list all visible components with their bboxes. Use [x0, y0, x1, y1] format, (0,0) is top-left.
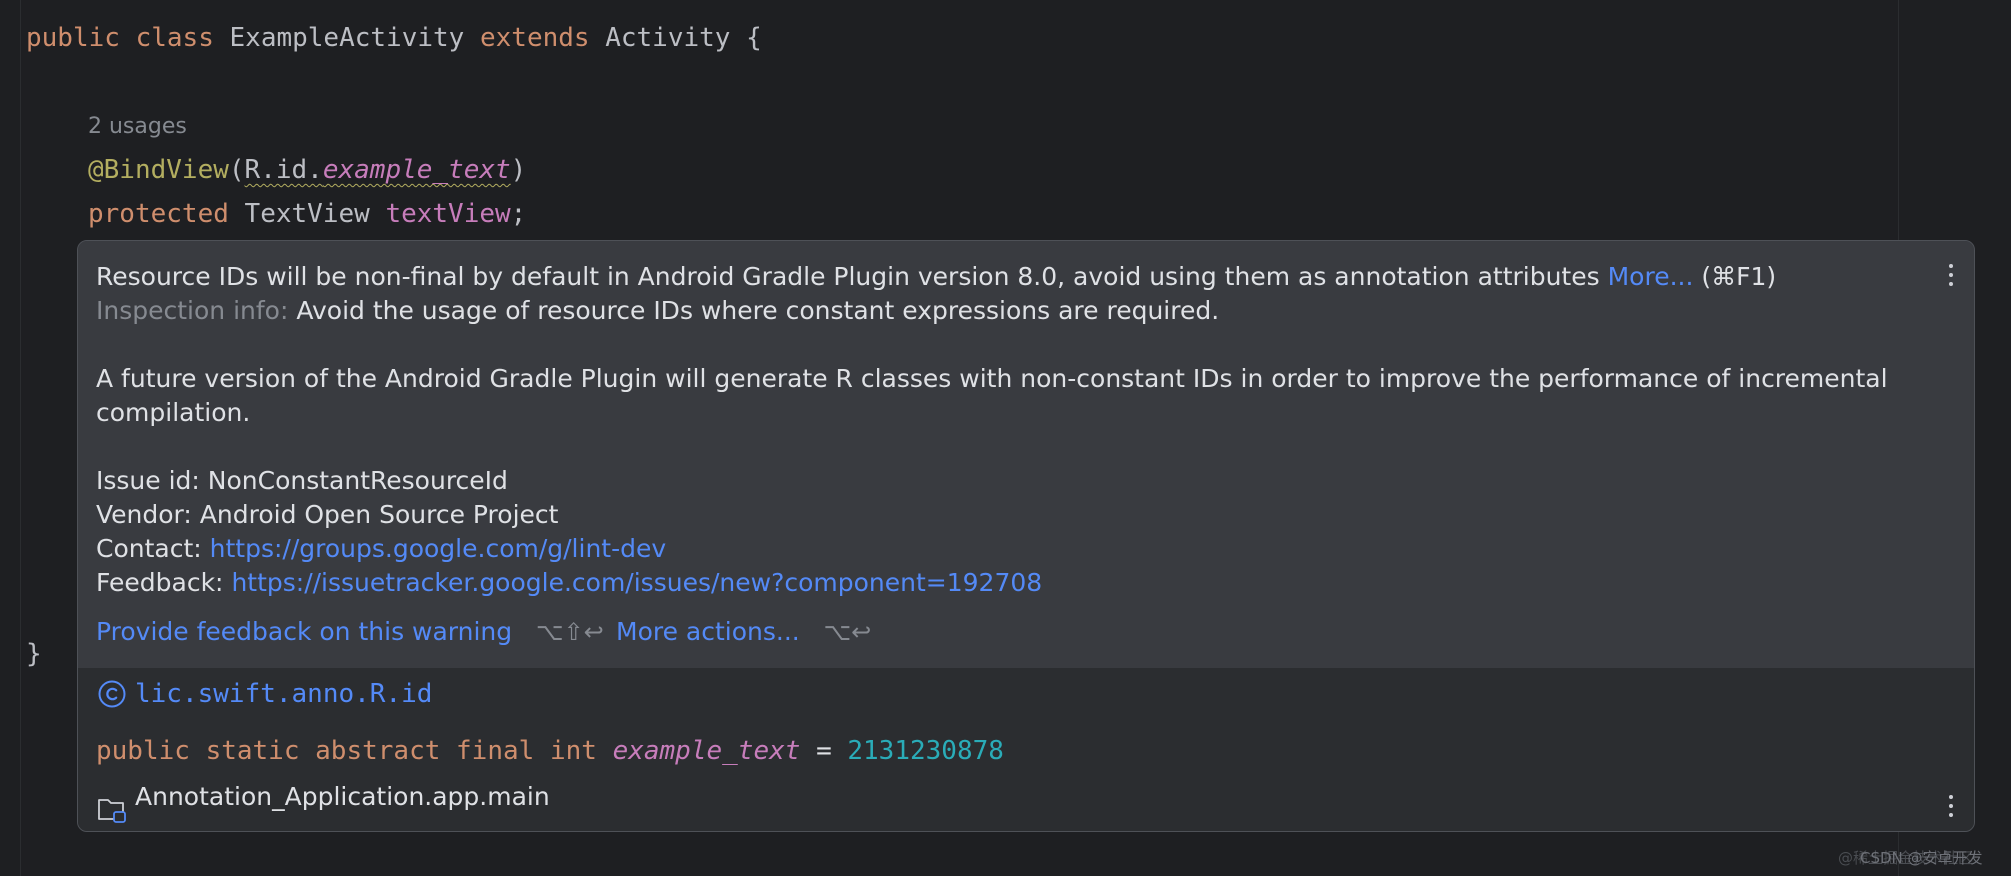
inspection-info-text: Avoid the usage of resource IDs where co… [296, 296, 1220, 325]
module-name: Annotation_Application.app.main [135, 782, 550, 811]
warning-squiggle[interactable]: R.id.example_text [245, 155, 511, 185]
code-line-class-declaration: public class ExampleActivity extends Act… [26, 22, 762, 54]
feedback-label: Feedback: [96, 568, 224, 597]
watermark-over: CSDN @安卓开发 [1860, 849, 1983, 867]
resource-ref: R.id. [244, 155, 323, 185]
more-link[interactable]: More... [1608, 262, 1694, 291]
provide-feedback-link[interactable]: Provide feedback on this warning [96, 617, 512, 646]
keyword-public: public [26, 23, 120, 53]
usages-hint[interactable]: 2 usages [88, 112, 187, 142]
parent-class-name: Activity [605, 23, 731, 53]
signature-modifiers: public static abstract final int [96, 736, 597, 766]
vendor-value: Android Open Source Project [199, 500, 559, 529]
code-line-closing-brace: } [26, 639, 42, 669]
more-options-icon[interactable] [1941, 791, 1961, 821]
feedback-row: Feedback: https://issuetracker.google.co… [96, 566, 1042, 600]
paren-open: ( [228, 155, 245, 185]
resource-field: example_text [322, 155, 511, 185]
field-type: TextView [244, 199, 370, 229]
contact-row: Contact: https://groups.google.com/g/lin… [96, 532, 666, 566]
class-name: ExampleActivity [229, 23, 465, 53]
popup-warning-section: Resource IDs will be non-final by defaul… [78, 241, 1974, 668]
feedback-shortcut: ⌥⇧↩ [536, 618, 604, 646]
popup-documentation-section: lic.swift.anno.R.id public static abstra… [78, 668, 1974, 831]
field-name: textView [385, 199, 511, 229]
more-actions-link[interactable]: More actions... [616, 617, 800, 646]
more-actions-action[interactable]: More actions... ⌥↩ [616, 615, 871, 649]
inspection-info: Inspection info: Avoid the usage of reso… [96, 294, 1219, 328]
inspection-popup[interactable]: Resource IDs will be non-final by defaul… [77, 240, 1975, 832]
vendor-label: Vendor: [96, 500, 192, 529]
inspection-info-label: Inspection info: [96, 296, 289, 325]
description-line-1: A future version of the Android Gradle P… [96, 364, 1888, 393]
paren-close: ) [510, 155, 527, 185]
signature-value: 2131230878 [847, 736, 1004, 766]
keyword-extends: extends [479, 23, 590, 53]
code-line-annotation: @BindView(R.id.example_text) [88, 154, 526, 186]
signature-line: public static abstract final int example… [96, 734, 1004, 768]
more-options-icon[interactable] [1941, 260, 1961, 290]
warning-headline: Resource IDs will be non-final by defaul… [96, 260, 1776, 294]
folder-icon [98, 799, 126, 823]
more-actions-shortcut: ⌥↩ [823, 618, 872, 646]
keyword-class: class [135, 23, 214, 53]
class-icon [98, 680, 126, 708]
contact-link[interactable]: https://groups.google.com/g/lint-dev [210, 534, 667, 563]
semicolon: ; [510, 199, 527, 229]
feedback-link[interactable]: https://issuetracker.google.com/issues/n… [231, 568, 1042, 597]
annotation-bindview: @BindView [88, 155, 229, 185]
signature-field-name: example_text [612, 736, 801, 766]
open-brace: { [746, 23, 762, 53]
vendor-row: Vendor: Android Open Source Project [96, 498, 558, 532]
keyword-protected: protected [88, 199, 229, 229]
issue-id-label: Issue id: [96, 466, 200, 495]
more-shortcut: (⌘F1) [1701, 262, 1777, 291]
code-line-field: protected TextView textView; [88, 198, 526, 230]
description-line-2: compilation. [96, 398, 251, 427]
class-reference-link[interactable]: lic.swift.anno.R.id [135, 677, 432, 711]
watermark: @稀土掘金技术社区 CSDN @安卓开发 [1838, 847, 1983, 868]
warning-headline-text: Resource IDs will be non-final by defaul… [96, 262, 1600, 291]
issue-id-value: NonConstantResourceId [207, 466, 508, 495]
issue-id-row: Issue id: NonConstantResourceId [96, 464, 508, 498]
contact-label: Contact: [96, 534, 202, 563]
signature-equals: = [816, 736, 832, 766]
feedback-action[interactable]: Provide feedback on this warning ⌥⇧↩ [96, 615, 604, 649]
